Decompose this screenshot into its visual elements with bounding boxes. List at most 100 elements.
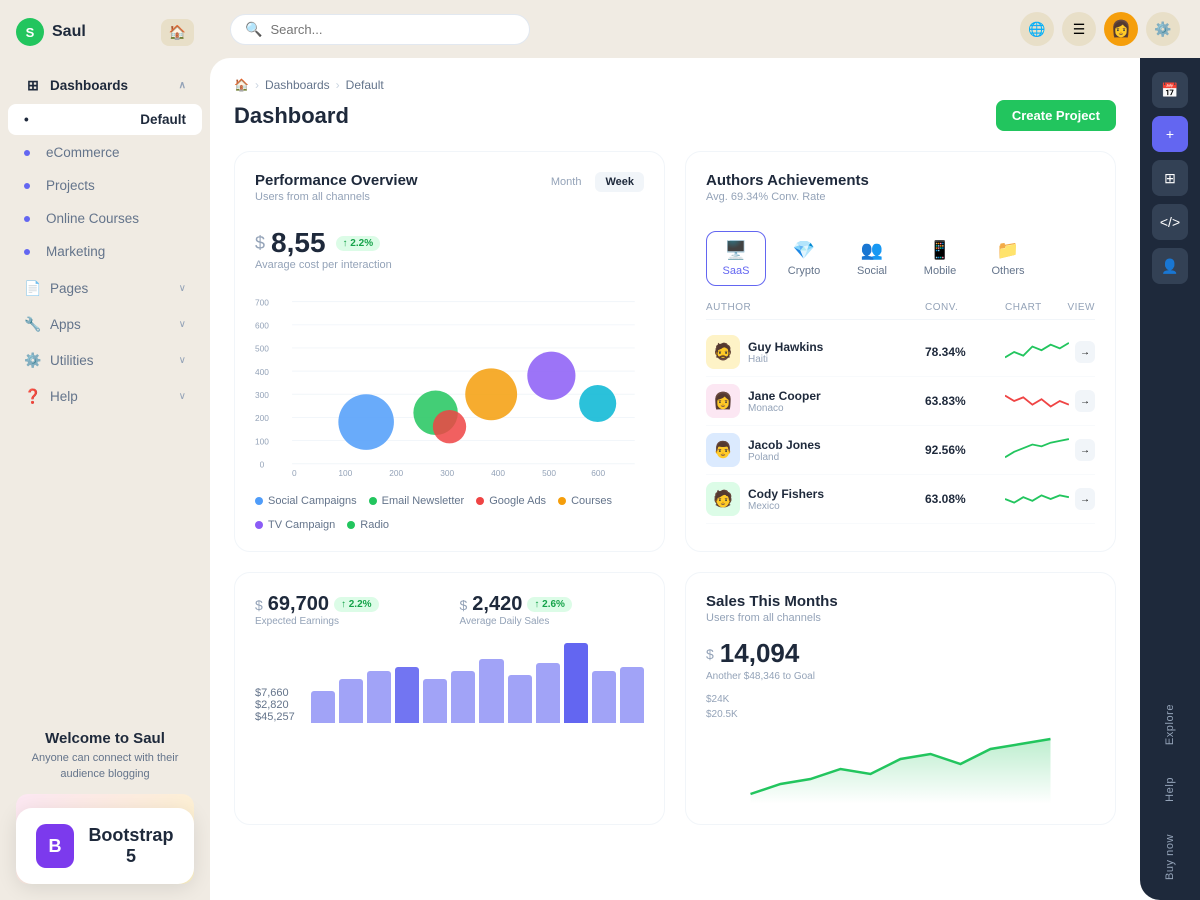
bar (592, 671, 616, 723)
performance-title: Performance Overview (255, 172, 418, 189)
category-tabs: 🖥️ SaaS 💎 Crypto 👥 Social 📱 (706, 231, 1095, 286)
code-button[interactable]: </> (1152, 204, 1188, 240)
bubble-chart: 700 600 500 400 300 200 100 0 0 100 200 (255, 285, 644, 485)
dot-icon (24, 216, 30, 222)
author-view-button[interactable]: → (1075, 390, 1095, 412)
author-chart-svg (1005, 338, 1069, 366)
buynow-label: Buy now (1164, 826, 1176, 888)
notification-button[interactable]: 🌐 (1020, 12, 1054, 46)
svg-text:300: 300 (440, 468, 454, 478)
logo-icon: S (16, 18, 44, 46)
authors-card: Authors Achievements Avg. 69.34% Conv. R… (685, 151, 1116, 552)
legend-social: Social Campaigns (255, 495, 357, 507)
tab-month[interactable]: Month (541, 172, 592, 192)
help-label: Help (1164, 769, 1176, 810)
sidebar-item-ecommerce[interactable]: eCommerce (8, 137, 202, 168)
apps-icon: 🔧 (24, 315, 42, 333)
bubble-chart-svg: 700 600 500 400 300 200 100 0 0 100 200 (255, 285, 644, 485)
sidebar-item-label: Dashboards (50, 78, 128, 93)
topbar-actions: 🌐 ☰ 👩 ⚙️ (1020, 12, 1180, 46)
author-chart-svg (1005, 387, 1069, 415)
sidebar-item-label: Marketing (46, 244, 105, 259)
author-view-button[interactable]: → (1075, 341, 1095, 363)
cat-tab-saas[interactable]: 🖥️ SaaS (706, 231, 766, 286)
sidebar-item-label: Default (140, 112, 186, 127)
social-icon: 👥 (861, 240, 883, 261)
chevron-icon: ∨ (179, 391, 186, 402)
table-row: 🧔 Guy Hawkins Haiti 78.34% (706, 328, 1095, 377)
avatar: 🧑 (706, 482, 740, 516)
saas-icon: 🖥️ (725, 240, 747, 261)
chevron-icon: ∨ (179, 283, 186, 294)
chevron-icon: ∧ (179, 80, 186, 91)
bootstrap-badge: B Bootstrap 5 (16, 808, 194, 884)
bar (367, 671, 391, 723)
sidebar-item-label: Online Courses (46, 211, 139, 226)
sidebar-item-utilities[interactable]: ⚙️ Utilities ∨ (8, 343, 202, 377)
sales-chart (706, 724, 1095, 804)
tab-week[interactable]: Week (595, 172, 644, 192)
sidebar-item-dashboards[interactable]: ⊞ Dashboards ∧ (8, 68, 202, 102)
cat-tab-crypto[interactable]: 💎 Crypto (774, 231, 834, 286)
sidebar-item-default[interactable]: Default (8, 104, 202, 135)
svg-text:200: 200 (389, 468, 403, 478)
user-button[interactable]: 👤 (1152, 248, 1188, 284)
menu-button[interactable]: ☰ (1062, 12, 1096, 46)
cat-tab-others[interactable]: 📁 Others (978, 231, 1038, 286)
author-view-button[interactable]: → (1075, 439, 1095, 461)
sidebar-item-apps[interactable]: 🔧 Apps ∨ (8, 307, 202, 341)
cards-row: Performance Overview Users from all chan… (234, 151, 1116, 552)
search-input[interactable] (270, 22, 515, 37)
sidebar-back-button[interactable]: 🏠 (161, 19, 194, 46)
bootstrap-icon: B (36, 824, 74, 868)
svg-text:400: 400 (255, 367, 269, 377)
authors-table-header: AUTHOR CONV. CHART VIEW (706, 302, 1095, 320)
svg-text:0: 0 (260, 459, 265, 469)
legend-tv: TV Campaign (255, 519, 335, 531)
pages-icon: 📄 (24, 279, 42, 297)
sidebar-item-online-courses[interactable]: Online Courses (8, 203, 202, 234)
bar (423, 679, 447, 723)
legend-radio: Radio (347, 519, 389, 531)
sidebar-item-label: Utilities (50, 353, 94, 368)
sidebar-item-help[interactable]: ❓ Help ∨ (8, 379, 202, 413)
metric-value: $ 8,55 (255, 227, 326, 259)
metric-badge: ↑ 2.2% (336, 236, 381, 251)
add-button[interactable]: + (1152, 116, 1188, 152)
earnings-card: $ 69,700 ↑ 2.2% Expected Earnings $ 2,42… (234, 572, 665, 825)
welcome-subtitle: Anyone can connect with their audience b… (16, 751, 194, 782)
table-row: 🧑 Cody Fishers Mexico 63.08% (706, 475, 1095, 524)
sidebar-item-projects[interactable]: Projects (8, 170, 202, 201)
sidebar-item-label: eCommerce (46, 145, 120, 160)
calendar-button[interactable]: 📅 (1152, 72, 1188, 108)
bar (339, 679, 363, 723)
mobile-icon: 📱 (929, 240, 951, 261)
author-chart-svg (1005, 485, 1069, 513)
crypto-icon: 💎 (793, 240, 815, 261)
legend-email: Email Newsletter (369, 495, 465, 507)
cat-tab-social[interactable]: 👥 Social (842, 231, 902, 286)
others-icon: 📁 (997, 240, 1019, 261)
page-title: Dashboard (234, 103, 349, 129)
settings-button[interactable]: ⚙️ (1146, 12, 1180, 46)
grid-button[interactable]: ⊞ (1152, 160, 1188, 196)
cat-tab-mobile[interactable]: 📱 Mobile (910, 231, 970, 286)
chart-legend: Social Campaigns Email Newsletter Google… (255, 495, 644, 531)
sales-card: Sales This Months Users from all channel… (685, 572, 1116, 825)
bar (451, 671, 475, 723)
breadcrumb-dashboards[interactable]: Dashboards (265, 78, 330, 92)
sales-subtitle: Users from all channels (706, 612, 1095, 624)
bar (564, 643, 588, 723)
bar (620, 667, 644, 723)
sidebar-item-marketing[interactable]: Marketing (8, 236, 202, 267)
author-view-button[interactable]: → (1075, 488, 1095, 510)
sales-title: Sales This Months (706, 593, 1095, 610)
create-project-button[interactable]: Create Project (996, 100, 1116, 131)
avatar[interactable]: 👩 (1104, 12, 1138, 46)
sidebar-item-pages[interactable]: 📄 Pages ∨ (8, 271, 202, 305)
nav-section-dashboards: ⊞ Dashboards ∧ Default eCommerce P (0, 68, 210, 267)
avatar: 👩 (706, 384, 740, 418)
bar (479, 659, 503, 723)
bootstrap-text: Bootstrap 5 (88, 825, 174, 867)
sidebar-bottom: Welcome to Saul Anyone can connect with … (0, 714, 210, 900)
